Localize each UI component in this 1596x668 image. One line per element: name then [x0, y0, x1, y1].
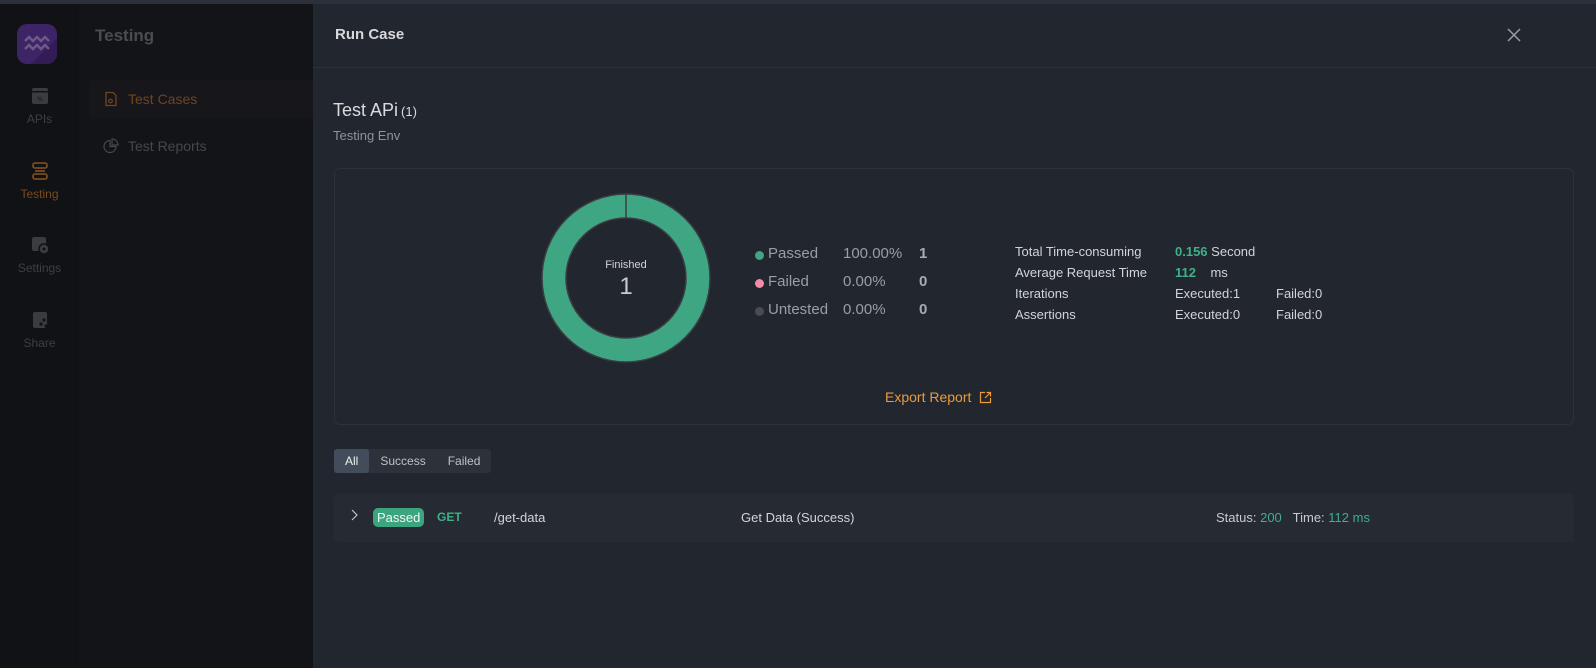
stat-iterations: Iterations Executed:1 Failed:0: [1015, 283, 1322, 304]
rail-item-label: Settings: [17, 261, 62, 275]
svg-text:%: %: [37, 96, 43, 103]
suite-title: Test APi (1): [333, 100, 417, 121]
stat-executed: Executed:1: [1175, 286, 1241, 301]
legend-row-passed: Passed 100.00% 1: [755, 239, 927, 267]
result-row[interactable]: Passed GET /get-data Get Data (Success) …: [334, 493, 1574, 542]
summary-card: Finished 1 Passed 100.00% 1 Failed 0.00%…: [334, 168, 1574, 425]
http-method: GET: [437, 510, 462, 524]
run-case-drawer: Run Case Test APi (1) Testing Env Finishe…: [313, 4, 1596, 668]
legend-dot-passed: [755, 250, 764, 260]
stat-label: Total Time-consuming: [1015, 244, 1142, 259]
legend-dot-failed: [755, 278, 764, 288]
filter-failed[interactable]: Failed: [437, 449, 492, 473]
stat-unit: ms: [1210, 265, 1228, 280]
legend-count: 1: [919, 244, 928, 262]
subnav-title: Testing: [95, 26, 155, 45]
status-label: Status:: [1216, 510, 1257, 525]
response-time: 112 ms: [1328, 510, 1370, 525]
drawer-header: Run Case: [313, 4, 1596, 68]
stat-failed: Failed:0: [1276, 307, 1323, 322]
response-info: Status: 200 Time: 112 ms: [1216, 510, 1370, 525]
rail-item-settings[interactable]: Settings: [0, 235, 79, 275]
rail-item-testing[interactable]: Testing: [0, 161, 79, 201]
stat-total-time: Total Time-consuming 0.156 Second: [1015, 241, 1322, 262]
environment-label: Testing Env: [333, 128, 401, 143]
subnav-item-label: Test Reports: [128, 138, 207, 154]
filter-success[interactable]: Success: [369, 449, 436, 473]
case-name: Get Data (Success): [741, 510, 855, 525]
stat-label: Iterations: [1015, 286, 1069, 301]
donut-center-value: 1: [619, 273, 633, 300]
sub-navigation: Testing Test Cases Test Reports: [79, 4, 313, 668]
export-report-button[interactable]: Export Report: [885, 389, 992, 405]
stat-average-time: Average Request Time 112 ms: [1015, 262, 1322, 283]
result-legend: Passed 100.00% 1 Failed 0.00% 0 Untested…: [755, 239, 927, 323]
rail-item-label: Share: [23, 336, 56, 350]
suite-name: Test APi: [333, 100, 399, 120]
legend-percent: 0.00%: [843, 300, 886, 318]
legend-row-untested: Untested 0.00% 0: [755, 295, 927, 323]
legend-name: Failed: [768, 272, 809, 290]
stat-value: 112: [1175, 265, 1196, 280]
time-label: Time:: [1292, 510, 1325, 525]
app-logo[interactable]: [17, 24, 57, 64]
request-path: /get-data: [494, 510, 546, 525]
status-code: 200: [1260, 510, 1282, 525]
rail-item-share[interactable]: Share: [0, 310, 79, 350]
app-rail: % APIs Testing Settings Share: [0, 4, 79, 668]
stat-failed: Failed:0: [1276, 286, 1323, 301]
result-filter: All Success Failed: [334, 449, 492, 473]
rail-item-apis[interactable]: % APIs: [0, 86, 79, 126]
external-link-icon: [980, 391, 992, 403]
close-icon[interactable]: [1505, 26, 1523, 44]
suite-count: (1): [401, 104, 417, 119]
legend-dot-untested: [755, 306, 764, 316]
api-icon: %: [31, 88, 48, 104]
chevron-right-icon[interactable]: [350, 509, 360, 521]
rail-item-label: APIs: [26, 112, 53, 126]
stat-assertions: Assertions Executed:0 Failed:0: [1015, 304, 1322, 325]
drawer-title: Run Case: [335, 26, 405, 43]
pie-chart-icon: [103, 138, 119, 154]
stat-value: 0.156: [1175, 244, 1208, 259]
test-case-icon: [105, 91, 117, 107]
testing-icon: [31, 162, 48, 180]
status-badge: Passed: [373, 508, 425, 527]
donut-center-label: Finished: [605, 259, 647, 271]
stat-unit: Second: [1211, 244, 1256, 259]
legend-count: 0: [919, 300, 928, 318]
filter-all[interactable]: All: [334, 449, 370, 473]
stat-label: Average Request Time: [1015, 265, 1147, 280]
legend-name: Passed: [768, 244, 819, 262]
legend-percent: 0.00%: [843, 272, 886, 290]
rail-item-label: Testing: [20, 187, 59, 201]
legend-count: 0: [919, 272, 928, 290]
legend-name: Untested: [768, 300, 829, 318]
stat-label: Assertions: [1015, 307, 1076, 322]
subnav-item-test-cases[interactable]: Test Cases: [89, 80, 313, 118]
settings-icon: [31, 237, 50, 255]
export-report-label: Export Report: [885, 389, 972, 405]
subnav-item-label: Test Cases: [128, 91, 198, 107]
stat-executed: Executed:0: [1175, 307, 1241, 322]
subnav-item-test-reports[interactable]: Test Reports: [89, 127, 313, 165]
share-icon: [32, 312, 48, 328]
legend-row-failed: Failed 0.00% 0: [755, 267, 927, 295]
run-statistics: Total Time-consuming 0.156 Second Averag…: [1015, 241, 1322, 325]
legend-percent: 100.00%: [843, 244, 903, 262]
logo-waves-icon: [24, 35, 57, 64]
